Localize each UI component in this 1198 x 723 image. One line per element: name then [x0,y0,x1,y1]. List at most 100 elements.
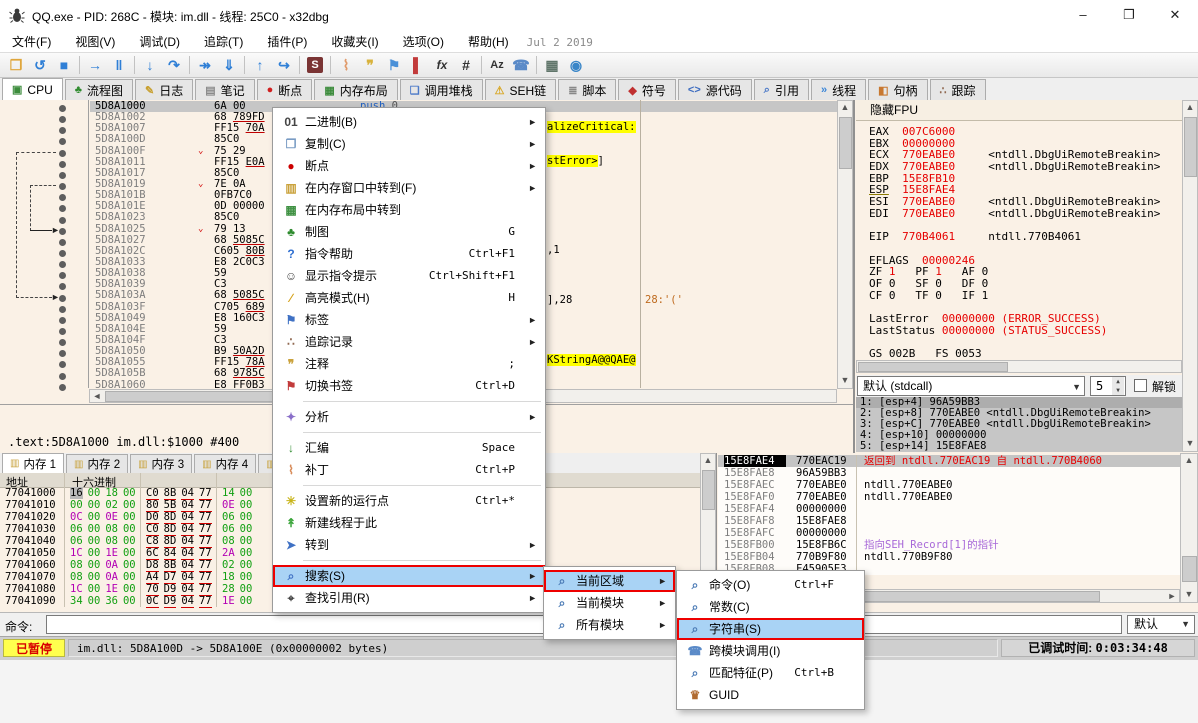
stack-vscrollbar[interactable]: ▲ ▼ [1180,453,1198,603]
scroll-thumb[interactable] [858,362,1008,372]
menu-item-highlighting-mode[interactable]: ∕高亮模式(H)H [273,287,545,309]
tab-notes[interactable]: ▤笔记 [195,79,254,100]
menubar-item-5[interactable]: 收藏夹(I) [319,30,390,52]
stack-row[interactable]: 15E8FAFC00000000 [718,527,1180,539]
breakpoint-dot[interactable] [59,183,66,190]
menu-item-assemble[interactable]: ↓汇编Space [273,437,545,459]
scroll-up-arrow[interactable]: ▲ [838,101,852,115]
tab-handles[interactable]: ◧句柄 [868,79,927,100]
scroll-down-arrow[interactable]: ▼ [1182,588,1196,602]
menu-item-instruction-help[interactable]: ?指令帮助Ctrl+F1 [273,243,545,265]
menu-item-goto[interactable]: ➤转到► [273,534,545,556]
scroll-left-arrow[interactable]: ◄ [90,390,104,404]
breakpoint-dot[interactable] [59,161,66,168]
labels-icon[interactable]: ⚑ [382,55,406,75]
breakpoint-dot[interactable] [59,172,66,179]
menu-item-goto-memory-map[interactable]: ▦在内存布局中转到 [273,199,545,221]
step-down-icon[interactable]: ⇓ [217,55,241,75]
tab-log[interactable]: ✎日志 [135,79,193,100]
registers-hscrollbar[interactable] [856,360,1182,373]
menubar-item-3[interactable]: 追踪(T) [192,30,255,52]
menu-item-search-intermodular-calls[interactable]: ☎跨模块调用(I) [677,640,864,662]
stop-icon[interactable]: ■ [52,55,76,75]
scroll-thumb[interactable] [1182,556,1197,582]
menu-item-graph[interactable]: ♣制图G [273,221,545,243]
stack-row[interactable]: 15E8FB0015E8FB6C指向SEH_Record[1]的指针 [718,539,1180,551]
menu-item-show-mnemonic-brief[interactable]: ☺显示指令提示Ctrl+Shift+F1 [273,265,545,287]
handles-icon[interactable]: ☎ [509,55,533,75]
menubar-item-0[interactable]: 文件(F) [0,30,63,52]
dump-tab-2[interactable]: ▥内存 3 [130,454,192,473]
breakpoint-dot[interactable] [59,105,66,112]
menu-item-current-module[interactable]: ⌕当前模块► [544,592,675,614]
dump-tab-0[interactable]: ▥内存 1 [2,453,64,473]
menubar-item-7[interactable]: 帮助(H) [456,30,521,52]
scroll-right-arrow[interactable]: ► [1165,590,1179,604]
breakpoint-dot[interactable] [59,228,66,235]
breakpoint-dot[interactable] [59,250,66,257]
menu-item-breakpoint[interactable]: ●断点► [273,155,545,177]
breakpoint-dot[interactable] [59,384,66,391]
s-toggle-icon[interactable]: S [303,55,327,75]
scroll-down-arrow[interactable]: ▼ [838,374,852,388]
breakpoint-dot[interactable] [59,295,66,302]
stack-row[interactable]: 15E8FB04770B9F80ntdll.770B9F80 [718,551,1180,563]
calling-convention-select[interactable]: 默认 (stdcall) ▼ [857,376,1085,396]
menu-item-comment[interactable]: ❞注释; [273,353,545,375]
restart-icon[interactable]: ↺ [28,55,52,75]
menu-item-search-command[interactable]: ⌕命令(O)Ctrl+F [677,574,864,596]
breakpoint-dot[interactable] [59,239,66,246]
menu-item-copy[interactable]: ❐复制(C)► [273,133,545,155]
step-over-icon[interactable]: ↷ [162,55,186,75]
register-line[interactable]: CF 0 TF 0 IF 1 [869,290,1181,302]
breakpoint-dot[interactable] [59,272,66,279]
menu-item-goto-memory-window[interactable]: ▥在内存窗口中转到(F)► [273,177,545,199]
tab-threads[interactable]: »线程 [811,79,866,100]
tab-graph[interactable]: ♣流程图 [65,79,133,100]
menu-item-current-region[interactable]: ⌕当前区域► [544,570,675,592]
arg-count-stepper[interactable]: 5 ▲▼ [1090,376,1126,396]
breakpoint-dot[interactable] [59,116,66,123]
registers-panel[interactable]: 隐藏FPU EAX 007C6000EBX 00000000ECX 770EAB… [854,100,1198,453]
breakpoint-dot[interactable] [59,373,66,380]
breakpoint-dot[interactable] [59,306,66,313]
menu-item-search-string[interactable]: ⌕字符串(S) [677,618,864,640]
menubar-item-1[interactable]: 视图(V) [63,30,127,52]
menu-item-label[interactable]: ⚑标签► [273,309,545,331]
menu-item-search-constant[interactable]: ⌕常数(C) [677,596,864,618]
menu-item-binary[interactable]: 01二进制(B)► [273,111,545,133]
tab-seh[interactable]: ⚠SEH链 [485,79,557,100]
menu-item-search[interactable]: ⌕搜索(S)► [273,565,545,587]
comments-icon[interactable]: ❞ [358,55,382,75]
menu-item-analysis[interactable]: ✦分析► [273,406,545,428]
scroll-up-arrow[interactable]: ▲ [1182,454,1196,468]
breakpoint-dot[interactable] [59,317,66,324]
maximize-button[interactable]: ❐ [1106,0,1152,30]
breakpoint-dot[interactable] [59,150,66,157]
breakpoint-dot[interactable] [59,127,66,134]
scroll-down-arrow[interactable]: ▼ [1183,437,1197,451]
stack-row[interactable]: 15E8FAE4770EAC19返回到 ntdll.770EAC19 自 ntd… [718,455,1180,467]
scroll-thumb[interactable] [1184,117,1197,177]
scroll-up-arrow[interactable]: ▲ [701,454,715,468]
stack-row[interactable]: 15E8FAF0770EABE0ntdll.770EABE0 [718,491,1180,503]
az-icon[interactable]: Az [485,55,509,75]
scroll-up-arrow[interactable]: ▲ [1183,101,1197,115]
register-list[interactable]: EAX 007C6000EBX 00000000ECX 770EABE0 <nt… [869,126,1181,360]
run-to-user-code-icon[interactable]: ↪ [272,55,296,75]
scroll-thumb[interactable] [839,117,852,169]
hash-icon[interactable]: # [454,55,478,75]
menu-item-search-guid[interactable]: ♛GUID [677,684,864,706]
menu-item-find-references[interactable]: ⌖查找引用(R)► [273,587,545,609]
menubar-item-2[interactable]: 调试(D) [127,30,192,52]
registers-vscrollbar[interactable]: ▲ ▼ [1182,100,1198,452]
menu-item-toggle-bookmark[interactable]: ⚑切换书签Ctrl+D [273,375,545,397]
breakpoint-dot[interactable] [59,361,66,368]
execute-till-return-icon[interactable]: ↑ [248,55,272,75]
stack-row[interactable]: 15E8FAE896A59BB3 [718,467,1180,479]
open-icon[interactable]: ❒ [4,55,28,75]
scroll-thumb[interactable] [702,470,715,510]
tab-breakpoints[interactable]: ●断点 [257,79,313,100]
pause-icon[interactable]: ‖ [107,55,131,75]
tab-source[interactable]: <>源代码 [678,79,752,100]
